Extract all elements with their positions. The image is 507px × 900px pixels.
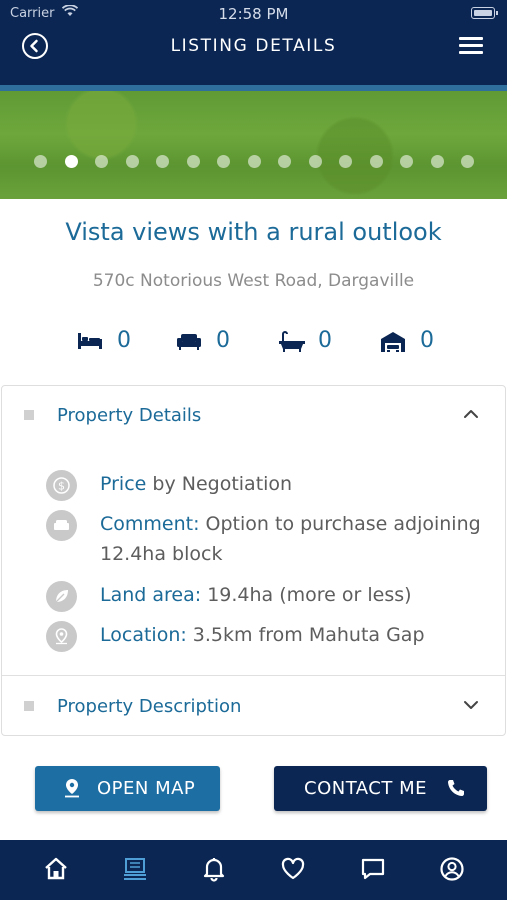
listing-title: Vista views with a rural outlook — [65, 218, 442, 246]
sofa-icon — [46, 510, 77, 541]
sofa-icon — [177, 334, 201, 350]
listing-photo-carousel[interactable] — [0, 91, 507, 199]
property-details-title: Property Details — [57, 405, 202, 426]
page-title: LISTING DETAILS — [170, 36, 337, 56]
section-divider — [2, 675, 505, 676]
chevron-down-icon — [464, 701, 478, 709]
tab-messages[interactable] — [358, 854, 388, 884]
carousel-dot[interactable] — [64, 155, 78, 168]
open-map-label: OPEN MAP — [97, 778, 196, 799]
carousel-dot[interactable] — [156, 155, 169, 168]
livingrooms-count: 0 — [216, 328, 230, 353]
feature-counts: 0 0 0 0 — [0, 328, 507, 356]
bed-icon — [78, 333, 102, 349]
profile-icon — [440, 857, 464, 881]
tab-favourites[interactable] — [278, 854, 308, 884]
price-label: Price — [100, 473, 147, 495]
home-icon — [45, 857, 67, 880]
price-value: by Negotiation — [146, 473, 293, 495]
location-value: 3.5km from Mahuta Gap — [186, 624, 425, 646]
garage-icon — [381, 332, 405, 352]
heart-icon — [281, 857, 305, 880]
garages-count: 0 — [420, 328, 434, 353]
listing-address: 570c Notorious West Road, Dargaville — [92, 271, 415, 291]
bathtub-icon — [279, 331, 305, 352]
battery-icon — [471, 7, 498, 19]
chat-icon — [361, 858, 385, 880]
hamburger-menu-icon[interactable] — [459, 37, 483, 55]
status-time: 12:58 PM — [218, 5, 289, 23]
contact-me-label: CONTACT ME — [304, 778, 427, 799]
comment-label: Comment: — [100, 513, 200, 535]
tab-notifications[interactable] — [199, 854, 229, 884]
carousel-dot[interactable] — [34, 155, 47, 168]
carousel-dot[interactable] — [125, 155, 139, 168]
listings-icon — [124, 858, 146, 880]
open-map-button[interactable]: OPEN MAP — [35, 766, 220, 811]
chevron-up-icon — [464, 410, 478, 418]
phone-icon — [448, 780, 464, 796]
dollar-icon: $ — [46, 470, 77, 501]
carousel-dot[interactable] — [400, 155, 413, 168]
bathrooms-count: 0 — [318, 328, 332, 353]
contact-me-button[interactable]: CONTACT ME — [274, 766, 487, 811]
carousel-dot[interactable] — [308, 155, 322, 168]
carousel-dot[interactable] — [278, 155, 291, 168]
land-area-value: 19.4ha (more or less) — [201, 584, 412, 606]
carousel-dot[interactable] — [95, 155, 108, 168]
location-pin-icon — [46, 621, 77, 652]
carousel-dot[interactable] — [461, 155, 474, 168]
carousel-dot[interactable] — [186, 155, 200, 168]
property-description-header[interactable]: Property Description — [2, 677, 505, 737]
location-label: Location: — [100, 624, 187, 646]
svg-text:$: $ — [58, 480, 65, 493]
bell-icon — [203, 858, 225, 882]
carousel-dot[interactable] — [369, 155, 383, 168]
property-details-header[interactable]: Property Details — [2, 386, 505, 446]
tab-home[interactable] — [41, 854, 71, 884]
map-pin-icon — [65, 779, 79, 798]
leaf-icon — [46, 581, 77, 612]
property-description-title: Property Description — [57, 696, 242, 717]
details-card: Property Details $ Price by Negotiation … — [1, 385, 506, 736]
carousel-pager — [0, 155, 507, 169]
bedrooms-count: 0 — [117, 328, 131, 353]
status-bar: Carrier 12:58 PM — [0, 0, 507, 28]
app-header: Carrier 12:58 PM LISTING DETAILS — [0, 0, 507, 85]
tab-profile[interactable] — [437, 854, 467, 884]
section-bullet-icon — [24, 410, 34, 420]
tab-listings[interactable] — [120, 854, 150, 884]
carousel-dot[interactable] — [339, 155, 352, 168]
carousel-dot[interactable] — [430, 155, 444, 168]
carousel-dot[interactable] — [247, 155, 261, 168]
section-bullet-icon — [24, 701, 34, 711]
carousel-dot[interactable] — [217, 155, 230, 168]
bottom-tab-bar — [0, 840, 507, 900]
land-area-label: Land area: — [100, 584, 202, 606]
